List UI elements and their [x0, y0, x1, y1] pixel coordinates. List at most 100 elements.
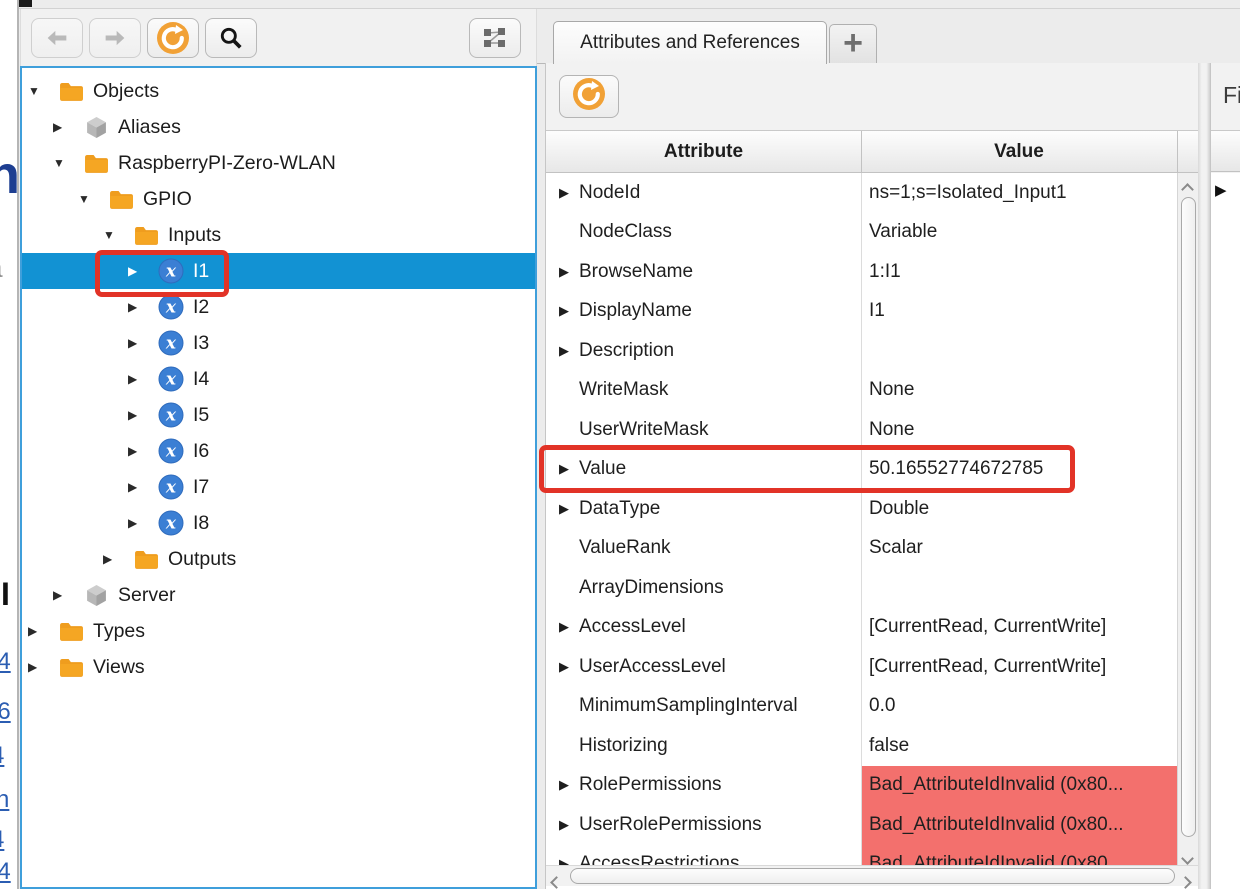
expander-icon[interactable]: ▶: [1215, 181, 1227, 199]
tree-item-i4[interactable]: ▶xI4: [22, 361, 535, 397]
tree-item-i7[interactable]: ▶xI7: [22, 469, 535, 505]
expand-icon[interactable]: ▶: [128, 300, 144, 314]
attribute-value-cell[interactable]: false: [861, 726, 1177, 766]
attribute-value-cell[interactable]: 50.16552774672785: [861, 450, 1177, 490]
expand-icon[interactable]: ▶: [559, 343, 579, 359]
attribute-name-cell[interactable]: NodeClass: [546, 213, 861, 253]
expand-icon[interactable]: ▶: [103, 552, 119, 566]
vertical-scrollbar[interactable]: [1177, 173, 1199, 865]
attribute-name-cell[interactable]: ValueRank: [546, 529, 861, 569]
vertical-scrollbar-thumb[interactable]: [1181, 197, 1196, 837]
attribute-name-cell[interactable]: ArrayDimensions: [546, 568, 861, 608]
collapse-icon[interactable]: ▼: [28, 84, 44, 98]
attribute-value-cell[interactable]: Scalar: [861, 529, 1177, 569]
tree-item-i1[interactable]: ▶xI1: [22, 253, 535, 289]
tree-item-i5[interactable]: ▶xI5: [22, 397, 535, 433]
expand-icon[interactable]: ▶: [28, 624, 44, 638]
expand-icon[interactable]: ▶: [559, 619, 579, 635]
expand-icon[interactable]: ▶: [559, 264, 579, 280]
attribute-name-cell[interactable]: ▶Value: [546, 450, 861, 490]
expand-icon[interactable]: ▶: [559, 303, 579, 319]
attribute-value-cell[interactable]: Double: [861, 489, 1177, 529]
expand-icon[interactable]: ▶: [128, 372, 144, 386]
tree-item-raspberrypi-zero-wlan[interactable]: ▼RaspberryPI-Zero-WLAN: [22, 145, 535, 181]
panel-splitter[interactable]: [1198, 63, 1210, 889]
attribute-name-cell[interactable]: Historizing: [546, 726, 861, 766]
expand-icon[interactable]: ▶: [128, 480, 144, 494]
attribute-name-cell[interactable]: MinimumSamplingInterval: [546, 687, 861, 727]
attribute-value-cell[interactable]: None: [861, 371, 1177, 411]
attribute-name-cell[interactable]: ▶RolePermissions: [546, 766, 861, 806]
tab-attributes-and-references[interactable]: Attributes and References: [553, 21, 827, 64]
attributes-refresh-button[interactable]: [559, 75, 619, 118]
horizontal-scrollbar-thumb[interactable]: [570, 868, 1175, 884]
attribute-name-cell[interactable]: UserWriteMask: [546, 410, 861, 450]
forward-button[interactable]: [89, 18, 141, 58]
tree-item-types[interactable]: ▶Types: [22, 613, 535, 649]
attribute-value-cell[interactable]: Bad_AttributeIdInvalid (0x80...: [861, 845, 1177, 866]
scroll-up-icon[interactable]: [1181, 183, 1194, 196]
tree-item-gpio[interactable]: ▼GPIO: [22, 181, 535, 217]
expand-icon[interactable]: ▶: [128, 444, 144, 458]
attribute-name-cell[interactable]: ▶AccessLevel: [546, 608, 861, 648]
graph-button[interactable]: [469, 18, 521, 58]
tree-item-inputs[interactable]: ▼Inputs: [22, 217, 535, 253]
scroll-left-icon[interactable]: [550, 876, 563, 889]
tree-item-aliases[interactable]: ▶Aliases: [22, 109, 535, 145]
back-button[interactable]: [31, 18, 83, 58]
scroll-right-icon[interactable]: [1179, 876, 1192, 889]
expand-icon[interactable]: ▶: [53, 120, 69, 134]
expand-icon[interactable]: ▶: [559, 461, 579, 477]
address-space-tree[interactable]: ▼Objects▶Aliases▼RaspberryPI-Zero-WLAN▼G…: [20, 66, 537, 889]
attribute-name-cell[interactable]: ▶NodeId: [546, 173, 861, 213]
attribute-value-cell[interactable]: 0.0: [861, 687, 1177, 727]
attribute-value-cell[interactable]: Bad_AttributeIdInvalid (0x80...: [861, 766, 1177, 806]
scroll-down-icon[interactable]: [1181, 852, 1194, 865]
attribute-name-cell[interactable]: WriteMask: [546, 371, 861, 411]
tree-item-objects[interactable]: ▼Objects: [22, 73, 535, 109]
collapse-icon[interactable]: ▼: [78, 192, 94, 206]
attribute-name-cell[interactable]: ▶DisplayName: [546, 292, 861, 332]
expand-icon[interactable]: ▶: [559, 777, 579, 793]
horizontal-scrollbar[interactable]: [546, 865, 1199, 886]
attribute-value-cell[interactable]: Bad_AttributeIdInvalid (0x80...: [861, 805, 1177, 845]
expand-icon[interactable]: ▶: [559, 185, 579, 201]
expand-icon[interactable]: ▶: [128, 408, 144, 422]
tree-item-i2[interactable]: ▶xI2: [22, 289, 535, 325]
tree-item-i8[interactable]: ▶xI8: [22, 505, 535, 541]
collapse-icon[interactable]: ▼: [103, 228, 119, 242]
attribute-name-cell[interactable]: ▶UserRolePermissions: [546, 805, 861, 845]
attribute-name-cell[interactable]: ▶UserAccessLevel: [546, 647, 861, 687]
attribute-value-cell[interactable]: [CurrentRead, CurrentWrite]: [861, 608, 1177, 648]
expand-icon[interactable]: ▶: [559, 817, 579, 833]
add-tab-button[interactable]: +: [829, 24, 877, 64]
search-button[interactable]: [205, 18, 257, 58]
expand-icon[interactable]: ▶: [128, 336, 144, 350]
expand-icon[interactable]: ▶: [53, 588, 69, 602]
attribute-value-cell[interactable]: None: [861, 410, 1177, 450]
refresh-button[interactable]: [147, 18, 199, 58]
column-header-attribute[interactable]: Attribute: [546, 131, 861, 172]
tree-item-i6[interactable]: ▶xI6: [22, 433, 535, 469]
attribute-value-cell[interactable]: ns=1;s=Isolated_Input1: [861, 173, 1177, 213]
expand-icon[interactable]: ▶: [559, 856, 579, 865]
expand-icon[interactable]: ▶: [559, 501, 579, 517]
expand-icon[interactable]: ▶: [28, 660, 44, 674]
tree-item-i3[interactable]: ▶xI3: [22, 325, 535, 361]
tree-item-server[interactable]: ▶Server: [22, 577, 535, 613]
attribute-name-cell[interactable]: ▶DataType: [546, 489, 861, 529]
attribute-value-cell[interactable]: 1:I1: [861, 252, 1177, 292]
expand-icon[interactable]: ▶: [559, 659, 579, 675]
attribute-value-cell[interactable]: [CurrentRead, CurrentWrite]: [861, 647, 1177, 687]
attribute-value-cell[interactable]: Variable: [861, 213, 1177, 253]
attribute-value-cell[interactable]: I1: [861, 292, 1177, 332]
expand-icon[interactable]: ▶: [128, 264, 144, 278]
tree-item-outputs[interactable]: ▶Outputs: [22, 541, 535, 577]
tree-item-views[interactable]: ▶Views: [22, 649, 535, 685]
column-header-value[interactable]: Value: [861, 131, 1177, 172]
collapse-icon[interactable]: ▼: [53, 156, 69, 170]
attribute-value-cell[interactable]: [861, 568, 1177, 608]
attribute-name-cell[interactable]: ▶Description: [546, 331, 861, 371]
attribute-value-cell[interactable]: [861, 331, 1177, 371]
expand-icon[interactable]: ▶: [128, 516, 144, 530]
